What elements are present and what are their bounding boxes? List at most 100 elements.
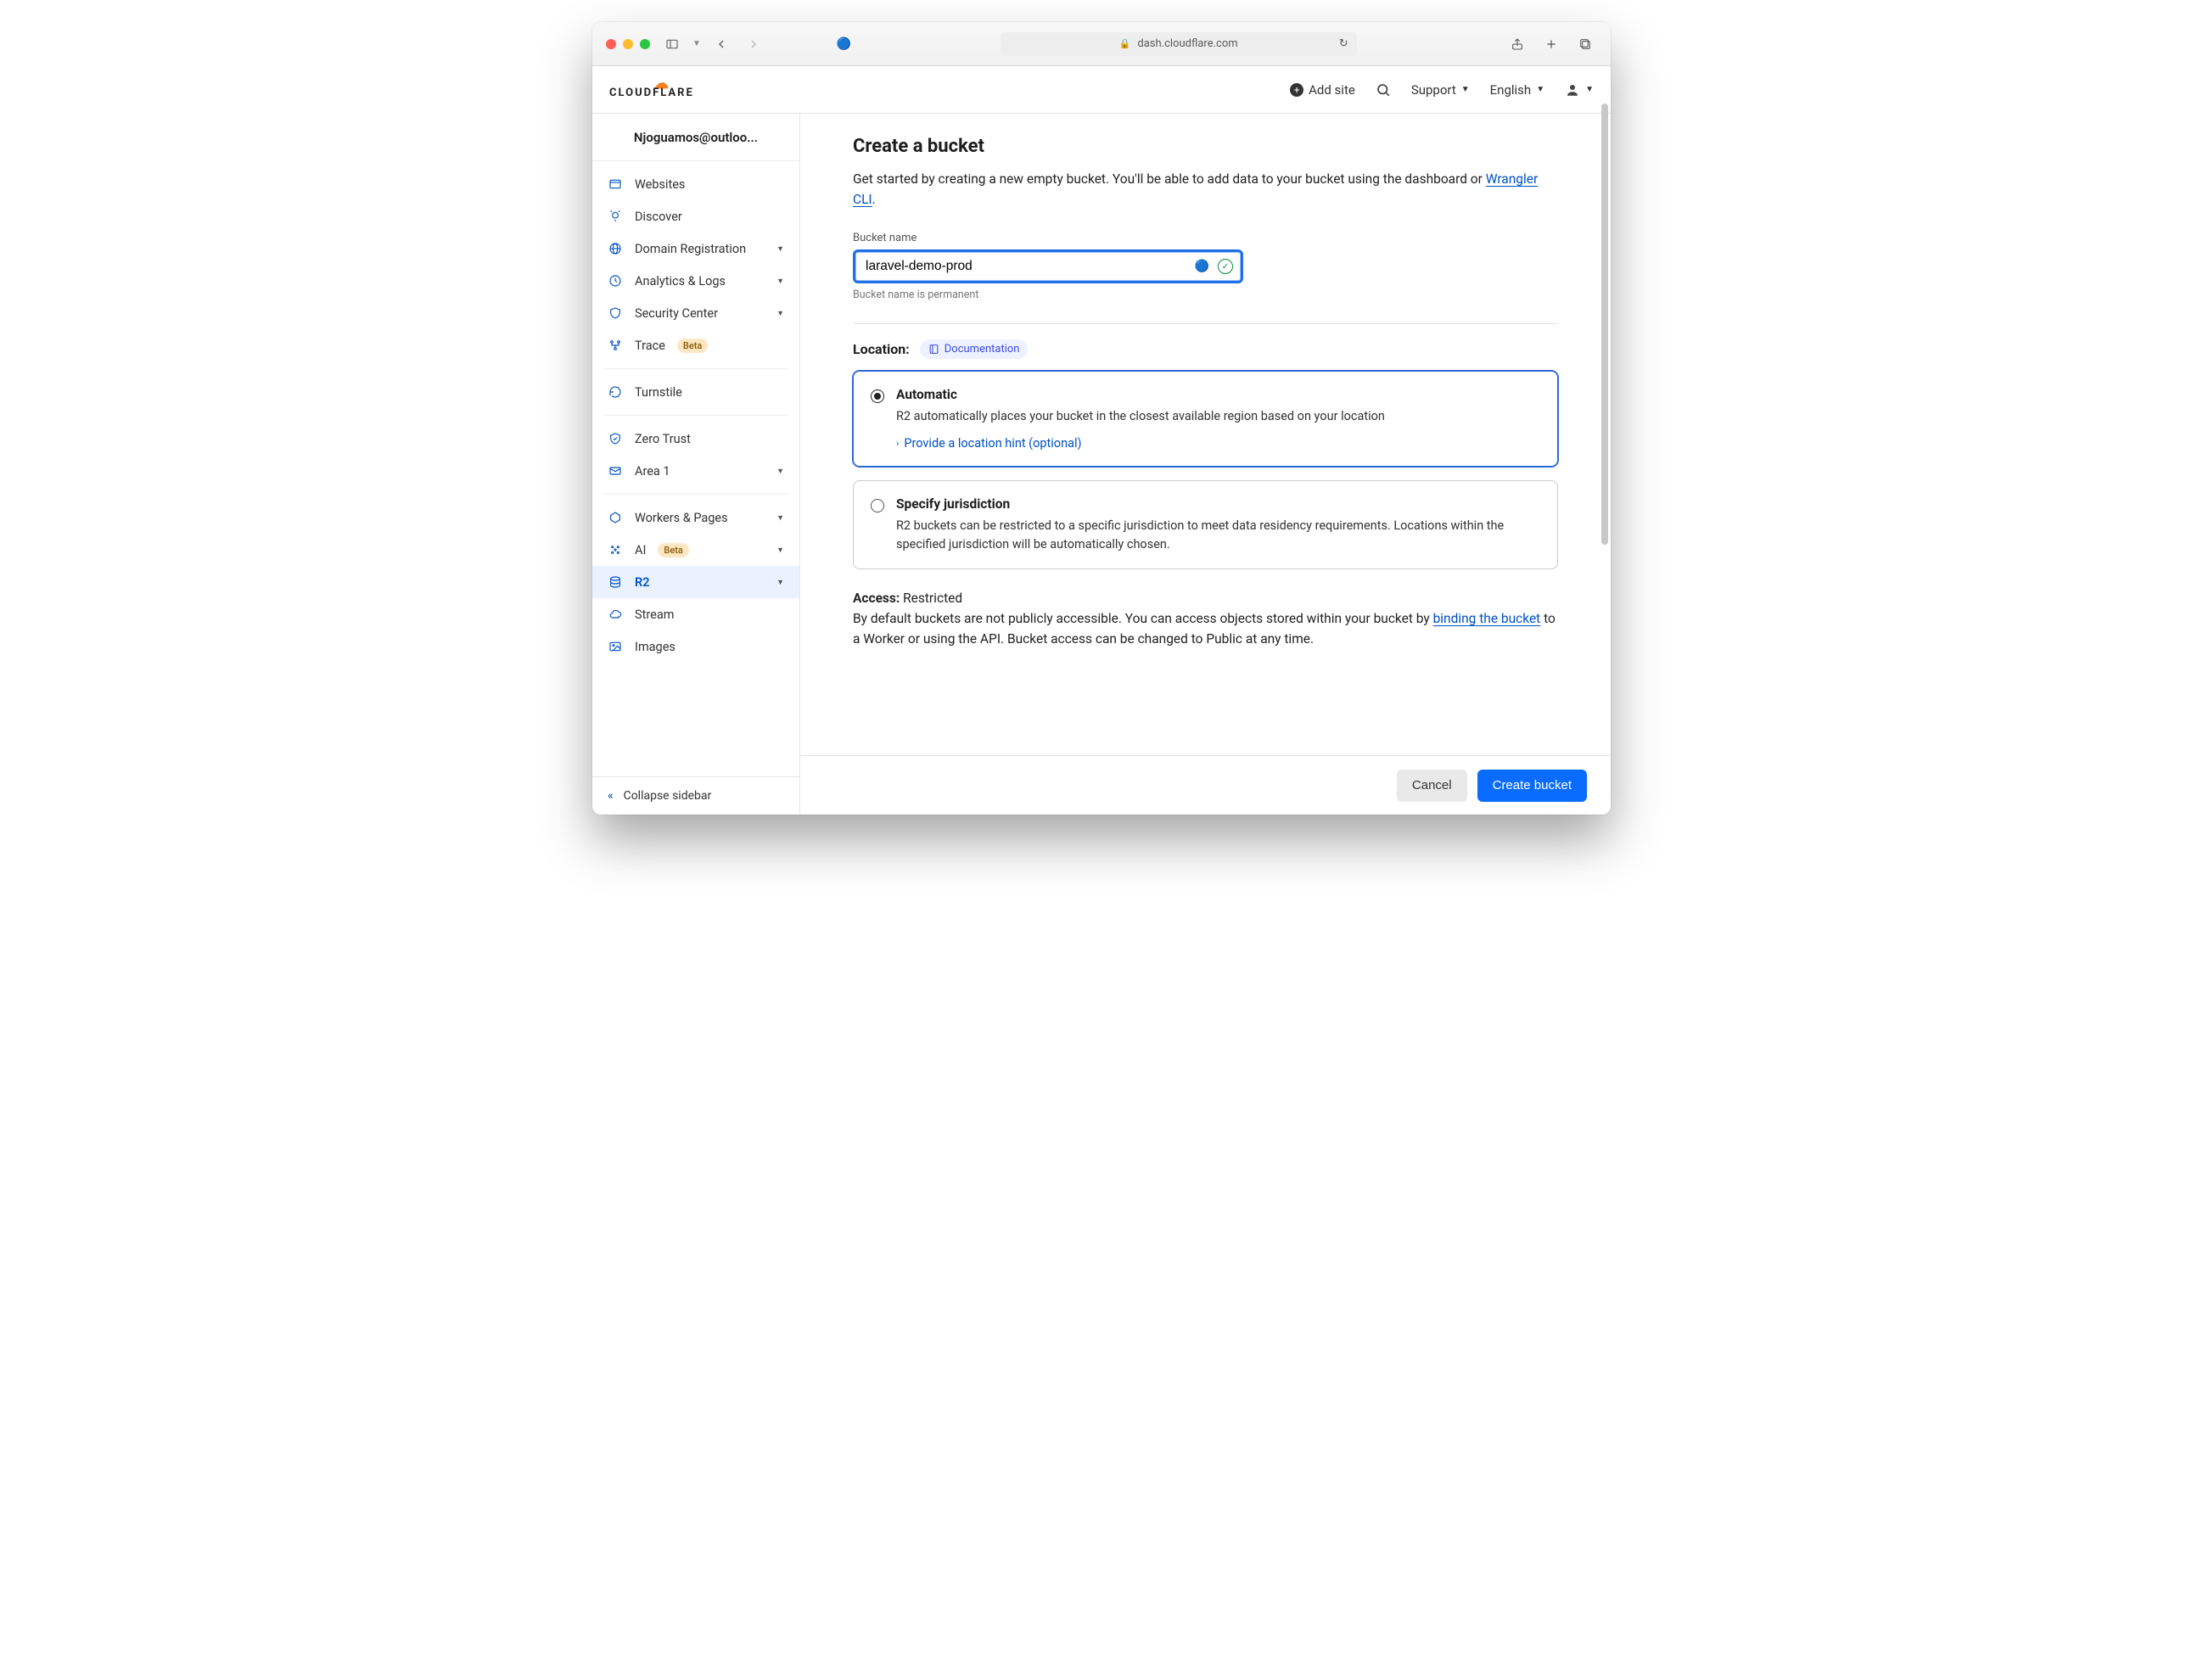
add-site-label: Add site	[1309, 82, 1355, 98]
url-text: dash.cloudflare.com	[1137, 37, 1237, 50]
binding-bucket-link[interactable]: binding the bucket	[1433, 611, 1541, 626]
main-content: Create a bucket Get started by creating …	[800, 114, 1611, 815]
window-controls	[606, 39, 650, 49]
sidebar-toggle-icon[interactable]	[660, 34, 684, 54]
sidebar-item-label: AI	[635, 543, 646, 557]
create-bucket-button[interactable]: Create bucket	[1477, 770, 1587, 802]
page-title: Create a bucket	[853, 136, 1558, 157]
forward-button[interactable]	[742, 34, 765, 54]
bucket-name-hint: Bucket name is permanent	[853, 288, 1558, 301]
image-icon	[608, 639, 623, 654]
sidebar-item-r2[interactable]: R2 ▼	[592, 566, 799, 598]
documentation-link[interactable]: Documentation	[920, 339, 1029, 359]
location-option-jurisdiction[interactable]: Specify jurisdiction R2 buckets can be r…	[853, 480, 1558, 570]
shield-icon	[608, 305, 623, 321]
window-icon	[608, 176, 623, 192]
sidebar-item-analytics-logs[interactable]: Analytics & Logs ▼	[592, 265, 799, 297]
option-title: Automatic	[896, 387, 1540, 402]
chevron-down-icon: ▼	[776, 277, 784, 286]
cloudflare-logo[interactable]: ☁ CLOUDFLARE	[609, 80, 694, 100]
account-menu[interactable]: ▼	[1565, 82, 1594, 98]
extension-icon[interactable]: 🔵	[837, 37, 851, 51]
footer-actions: Cancel Create bucket	[800, 755, 1611, 815]
bucket-name-label: Bucket name	[853, 232, 1558, 244]
plus-icon: +	[1290, 83, 1303, 97]
option-description: R2 automatically places your bucket in t…	[896, 407, 1540, 426]
new-tab-icon[interactable]	[1539, 34, 1563, 54]
maximize-window-button[interactable]	[640, 39, 650, 49]
sidebar-item-discover[interactable]: Discover	[592, 200, 799, 232]
trace-icon	[608, 338, 623, 353]
location-hint-link[interactable]: › Provide a location hint (optional)	[896, 436, 1540, 451]
bucket-name-input[interactable]	[853, 249, 1243, 283]
chevron-down-icon: ▼	[776, 578, 784, 587]
radio-unselected-icon	[871, 499, 884, 512]
beta-badge: Beta	[658, 543, 688, 557]
minimize-window-button[interactable]	[623, 39, 633, 49]
sidebar-item-label: R2	[635, 575, 650, 590]
mail-icon	[608, 463, 623, 479]
workers-icon	[608, 510, 623, 525]
sidebar-item-zero-trust[interactable]: Zero Trust	[592, 423, 799, 455]
ai-icon	[608, 542, 623, 557]
sidebar-item-label: Websites	[635, 177, 685, 192]
option-description: R2 buckets can be restricted to a specif…	[896, 517, 1540, 554]
sidebar-item-ai[interactable]: AI Beta ▼	[592, 534, 799, 566]
add-site-button[interactable]: + Add site	[1290, 82, 1355, 98]
sidebar-item-workers-pages[interactable]: Workers & Pages ▼	[592, 501, 799, 534]
sidebar-item-trace[interactable]: Trace Beta	[592, 329, 799, 361]
sidebar-item-label: Turnstile	[635, 385, 682, 400]
language-menu[interactable]: English▼	[1490, 82, 1544, 98]
caret-down-icon: ▼	[1536, 85, 1544, 94]
chevron-down-icon[interactable]: ▼	[692, 39, 701, 48]
db-icon	[608, 574, 623, 590]
option-title: Specify jurisdiction	[896, 496, 1540, 512]
share-icon[interactable]	[1505, 34, 1529, 54]
beta-badge: Beta	[677, 339, 708, 353]
caret-down-icon: ▼	[1585, 85, 1594, 94]
tabs-icon[interactable]	[1573, 34, 1597, 54]
chevron-down-icon: ▼	[776, 244, 784, 254]
address-bar[interactable]: 🔒 dash.cloudflare.com ↻	[1001, 32, 1357, 56]
browser-titlebar: ▼ 🔵 🔒 dash.cloudflare.com ↻	[592, 22, 1611, 66]
intro-text: Get started by creating a new empty buck…	[853, 169, 1558, 210]
chevron-right-icon: ›	[896, 438, 899, 449]
lock-icon: 🔒	[1119, 38, 1131, 49]
back-button[interactable]	[709, 34, 733, 54]
app-header: ☁ CLOUDFLARE + Add site Support▼ English…	[592, 66, 1611, 114]
sidebar-item-label: Images	[635, 640, 675, 654]
sidebar-item-domain-registration[interactable]: Domain Registration ▼	[592, 232, 799, 265]
sidebar-item-label: Security Center	[635, 306, 718, 321]
scrollbar[interactable]	[1601, 104, 1608, 545]
cancel-button[interactable]: Cancel	[1397, 770, 1467, 802]
sidebar-item-label: Discover	[635, 210, 682, 224]
sidebar-item-turnstile[interactable]: Turnstile	[592, 376, 799, 408]
sidebar-item-websites[interactable]: Websites	[592, 168, 799, 200]
location-option-automatic[interactable]: Automatic R2 automatically places your b…	[853, 371, 1558, 467]
caret-down-icon: ▼	[1461, 85, 1470, 94]
sidebar-item-area-1[interactable]: Area 1 ▼	[592, 455, 799, 487]
valid-check-icon: ✓	[1218, 259, 1233, 274]
sidebar-item-security-center[interactable]: Security Center ▼	[592, 297, 799, 329]
chevron-down-icon: ▼	[776, 467, 784, 476]
close-window-button[interactable]	[606, 39, 616, 49]
clock-icon	[608, 273, 623, 288]
password-extension-icon[interactable]: 🔵	[1195, 260, 1209, 273]
location-label: Location:	[853, 341, 910, 357]
sidebar: Njoguamos@outloo... Websites Discover Do…	[592, 114, 800, 815]
support-menu[interactable]: Support▼	[1411, 82, 1470, 98]
radio-selected-icon	[871, 389, 884, 403]
sidebar-item-images[interactable]: Images	[592, 630, 799, 663]
reload-icon[interactable]: ↻	[1339, 37, 1348, 50]
collapse-icon: «	[608, 789, 614, 803]
sidebar-item-label: Stream	[635, 608, 674, 622]
sidebar-item-label: Workers & Pages	[635, 511, 728, 525]
sidebar-item-label: Zero Trust	[635, 432, 691, 446]
access-text: Access: Restricted By default buckets ar…	[853, 588, 1558, 649]
account-selector[interactable]: Njoguamos@outloo...	[592, 114, 799, 161]
sidebar-item-label: Area 1	[635, 464, 670, 479]
collapse-sidebar-button[interactable]: « Collapse sidebar	[592, 776, 799, 815]
refresh-icon	[608, 384, 623, 400]
sidebar-item-stream[interactable]: Stream	[592, 598, 799, 630]
search-icon[interactable]	[1376, 82, 1391, 98]
